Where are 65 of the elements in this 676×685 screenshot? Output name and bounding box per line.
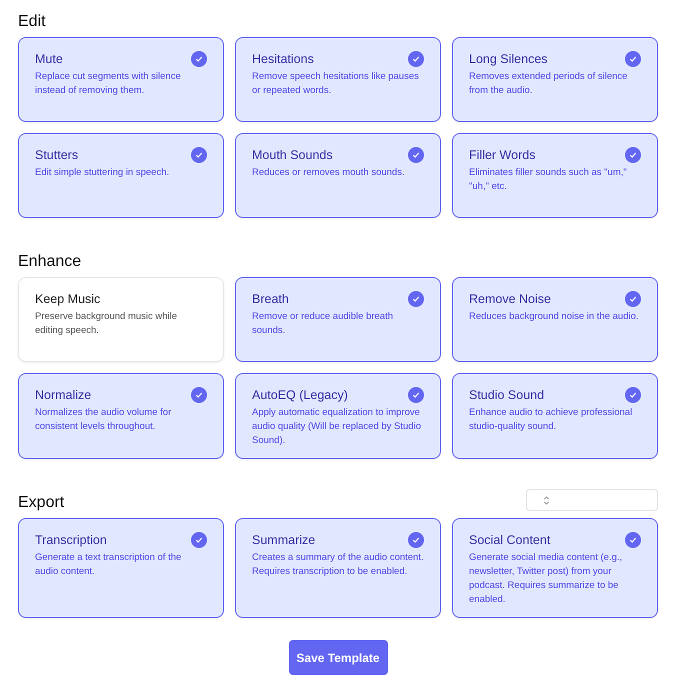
option-title: Filler Words: [469, 148, 536, 162]
option-description: Generate social media content (e.g., newsletter, Twitter post) from your podcast. Requires summarize to be enabled.: [469, 551, 624, 607]
option-card[interactable]: Remove Noise Reduces background noise in the audio.: [452, 277, 658, 362]
save-button[interactable]: Save Template: [288, 640, 388, 675]
option-description: Edit simple stuttering in speech.: [35, 166, 170, 180]
checkmark-icon: [408, 387, 424, 403]
option-card[interactable]: Social Content Generate social media content (e.g., newsletter, Twitter post) from your podcast. Requires summarize to be enabled.: [452, 518, 658, 618]
option-title: Summarize: [252, 533, 316, 547]
option-card[interactable]: Long Silences Removes extended periods of silence from the audio.: [452, 37, 658, 122]
checkmark-icon: [625, 291, 641, 307]
option-title: Long Silences: [469, 52, 548, 66]
section-heading: Enhance: [18, 252, 82, 272]
option-description: Remove speech hesitations like pauses or repeated words.: [252, 70, 420, 98]
option-card[interactable]: Filler Words Eliminates filler sounds such as "um," "uh," etc.: [452, 133, 658, 218]
chevron-updown-icon: [543, 494, 550, 506]
checkmark-icon: [408, 532, 424, 548]
option-card[interactable]: Transcription Generate a text transcription of the audio content.: [18, 518, 224, 618]
checkmark-icon: [625, 532, 641, 548]
option-description: Enhance audio to achieve professional studio-quality sound.: [469, 406, 634, 434]
option-card[interactable]: Summarize Creates a summary of the audio content. Requires transcription to be enabled.: [235, 518, 441, 618]
checkmark-icon: [625, 51, 641, 67]
option-title: Social Content: [469, 533, 550, 547]
checkmark-icon: [408, 291, 424, 307]
option-description: Reduces or removes mouth sounds.: [252, 166, 406, 180]
option-card[interactable]: Stutters Edit simple stuttering in speech.: [18, 133, 224, 218]
checkmark-icon: [191, 51, 207, 67]
option-description: Replace cut segments with silence instead of removing them.: [35, 70, 182, 98]
option-card[interactable]: Keep Music Preserve background music while editing speech.: [18, 277, 224, 362]
option-card[interactable]: Breath Remove or reduce audible breath sounds.: [235, 277, 441, 362]
option-title: Studio Sound: [469, 388, 544, 402]
option-card[interactable]: Normalize Normalizes the audio volume for consistent levels throughout.: [18, 373, 224, 459]
option-description: Preserve background music while editing speech.: [35, 310, 178, 338]
checkmark-icon: [408, 147, 424, 163]
option-title: Remove Noise: [469, 292, 551, 306]
option-title: Normalize: [35, 388, 92, 402]
checkmark-icon: [625, 147, 641, 163]
option-description: Eliminates filler sounds such as "um," "uh," etc.: [469, 166, 628, 194]
option-description: Normalizes the audio volume for consistent levels throughout.: [35, 406, 172, 434]
option-title: Keep Music: [35, 292, 100, 306]
select-field[interactable]: [526, 489, 658, 511]
option-description: Generate a text transcription of the audio content.: [35, 551, 182, 579]
option-title: AutoEQ (Legacy): [252, 388, 348, 402]
option-title: Transcription: [35, 533, 107, 547]
option-title: Breath: [252, 292, 289, 306]
option-card[interactable]: Hesitations Remove speech hesitations like pauses or repeated words.: [235, 37, 441, 122]
option-title: Mute: [35, 52, 63, 66]
option-title: Hesitations: [252, 52, 314, 66]
option-card[interactable]: AutoEQ (Legacy) Apply automatic equalization to improve audio quality (Will be replaced by Studio Sound).: [235, 373, 441, 459]
option-description: Reduces background noise in the audio.: [469, 310, 640, 324]
section-heading: Edit: [18, 12, 46, 32]
option-card[interactable]: Mute Replace cut segments with silence instead of removing them.: [18, 37, 224, 122]
option-card[interactable]: Studio Sound Enhance audio to achieve professional studio-quality sound.: [452, 373, 658, 459]
checkmark-icon: [408, 51, 424, 67]
checkmark-icon: [191, 532, 207, 548]
option-description: Apply automatic equalization to improve audio quality (Will be replaced by Studio Sound).: [252, 406, 422, 448]
checkmark-icon: [625, 387, 641, 403]
option-title: Mouth Sounds: [252, 148, 333, 162]
checkmark-icon: [191, 147, 207, 163]
option-description: Creates a summary of the audio content. Requires transcription to be enabled.: [252, 551, 424, 579]
section-heading: Export: [18, 493, 64, 513]
option-description: Removes extended periods of silence from the audio.: [469, 70, 628, 98]
option-description: Remove or reduce audible breath sounds.: [252, 310, 394, 338]
option-card[interactable]: Mouth Sounds Reduces or removes mouth sounds.: [235, 133, 441, 218]
option-title: Stutters: [35, 148, 78, 162]
checkmark-icon: [191, 387, 207, 403]
